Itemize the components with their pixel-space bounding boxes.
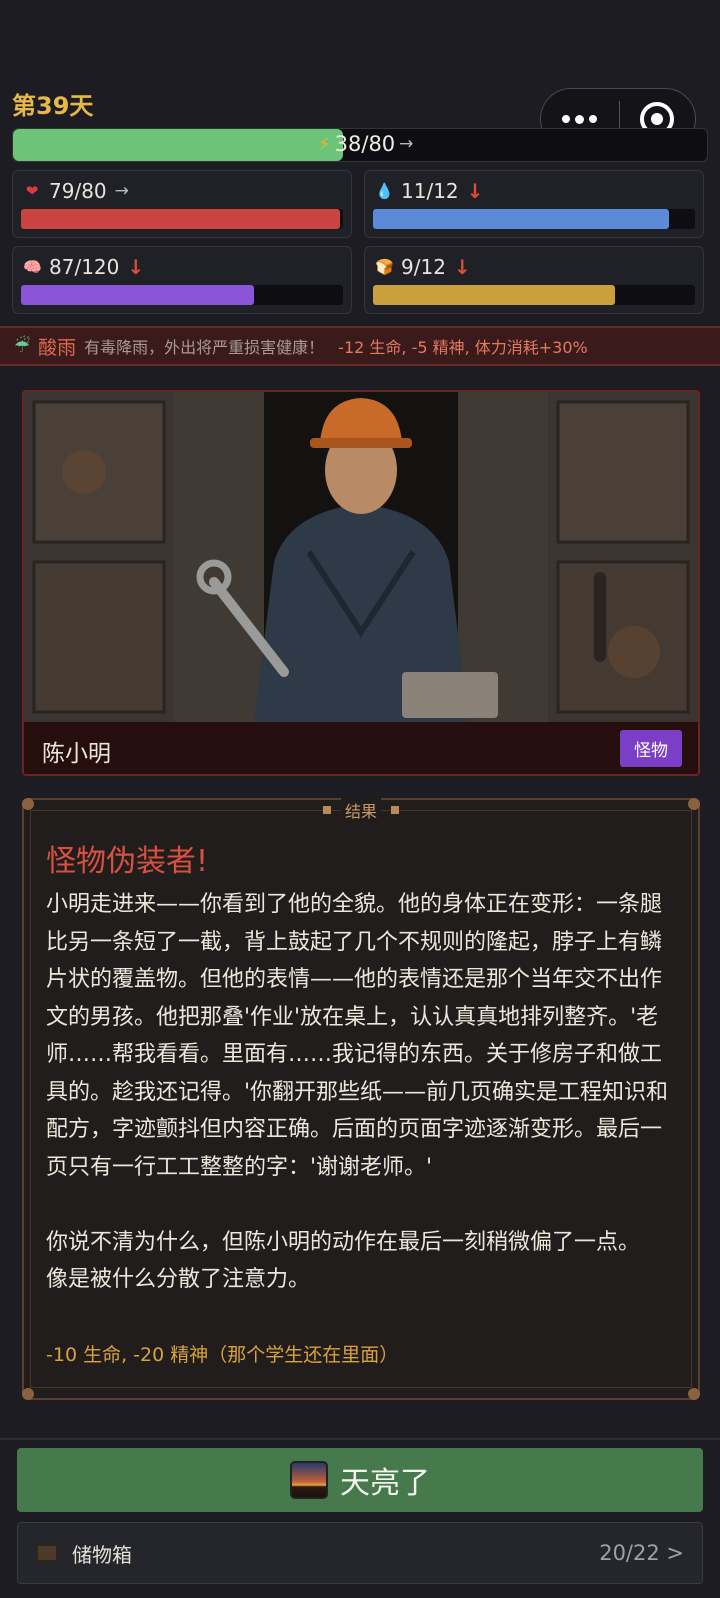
result-header: 结果 [340, 798, 381, 822]
result-title: 怪物伪装者! [46, 844, 209, 879]
sanity-trend-arrow: ↓ [127, 255, 145, 279]
energy-trend-arrow: → [399, 134, 414, 154]
storage-box-button[interactable]: 储物箱 20/22 > [17, 1522, 703, 1584]
result-panel: 结果 怪物伪装者! 小明走进来——你看到了他的全貌。他的身体正在变形：一条腿比另… [22, 798, 700, 1400]
health-value: 79/80 [49, 179, 107, 203]
result-body: 小明走进来——你看到了他的全貌。他的身体正在变形：一条腿比另一条短了一截，背上鼓… [46, 892, 669, 1292]
food-bar-fill [373, 285, 615, 305]
dawn-button-label: 天亮了 [340, 1466, 430, 1501]
character-card: 陈小明 怪物 [22, 390, 700, 776]
health-trend-arrow: → [114, 181, 129, 201]
bread-icon: 🍞 [375, 258, 394, 276]
sanity-stat: 🧠 87/120 ↓ [12, 246, 352, 314]
result-effect: -10 生命, -20 精神（那个学生还在里面） [46, 1344, 399, 1366]
weather-description: 有毒降雨，外出将严重损害健康！ [84, 338, 325, 357]
sanity-bar-fill [21, 285, 255, 305]
character-portrait [24, 392, 698, 722]
water-bar-fill [373, 209, 670, 229]
weather-name: 酸雨 [38, 336, 77, 359]
monster-tag-badge: 怪物 [620, 730, 682, 767]
day-counter: 第39天 [12, 92, 94, 120]
character-name: 陈小明 [42, 741, 111, 767]
food-trend-arrow: ↓ [453, 255, 471, 279]
dawn-button[interactable]: 天亮了 [17, 1448, 703, 1512]
food-stat: 🍞 9/12 ↓ [364, 246, 704, 314]
brain-icon: 🧠 [23, 258, 42, 276]
water-drop-icon: 💧 [375, 182, 394, 200]
health-bar-fill [21, 209, 340, 229]
sunrise-icon [290, 1461, 328, 1499]
water-trend-arrow: ↓ [466, 179, 484, 203]
water-stat: 💧 11/12 ↓ [364, 170, 704, 238]
weather-effect: -12 生命, -5 精神, 体力消耗+30% [338, 338, 588, 357]
energy-bar: ⚡ 38/80 → [12, 128, 708, 162]
energy-value: 38/80 [334, 132, 396, 156]
water-value: 11/12 [401, 179, 459, 203]
health-stat: ❤ 79/80 → [12, 170, 352, 238]
more-menu-button[interactable] [541, 114, 619, 124]
storage-box-icon [36, 1544, 58, 1562]
storage-count: 20/22 > [599, 1541, 684, 1565]
lightning-icon: ⚡ [318, 133, 331, 155]
storage-label: 储物箱 [72, 1542, 132, 1567]
food-value: 9/12 [401, 255, 446, 279]
sanity-value: 87/120 [49, 255, 120, 279]
acid-rain-icon: ☔ [14, 335, 31, 357]
weather-banner: ☔ 酸雨 有毒降雨，外出将严重损害健康！ -12 生命, -5 精神, 体力消耗… [0, 326, 720, 366]
heart-icon: ❤ [25, 182, 39, 200]
energy-bar-fill [13, 129, 343, 161]
